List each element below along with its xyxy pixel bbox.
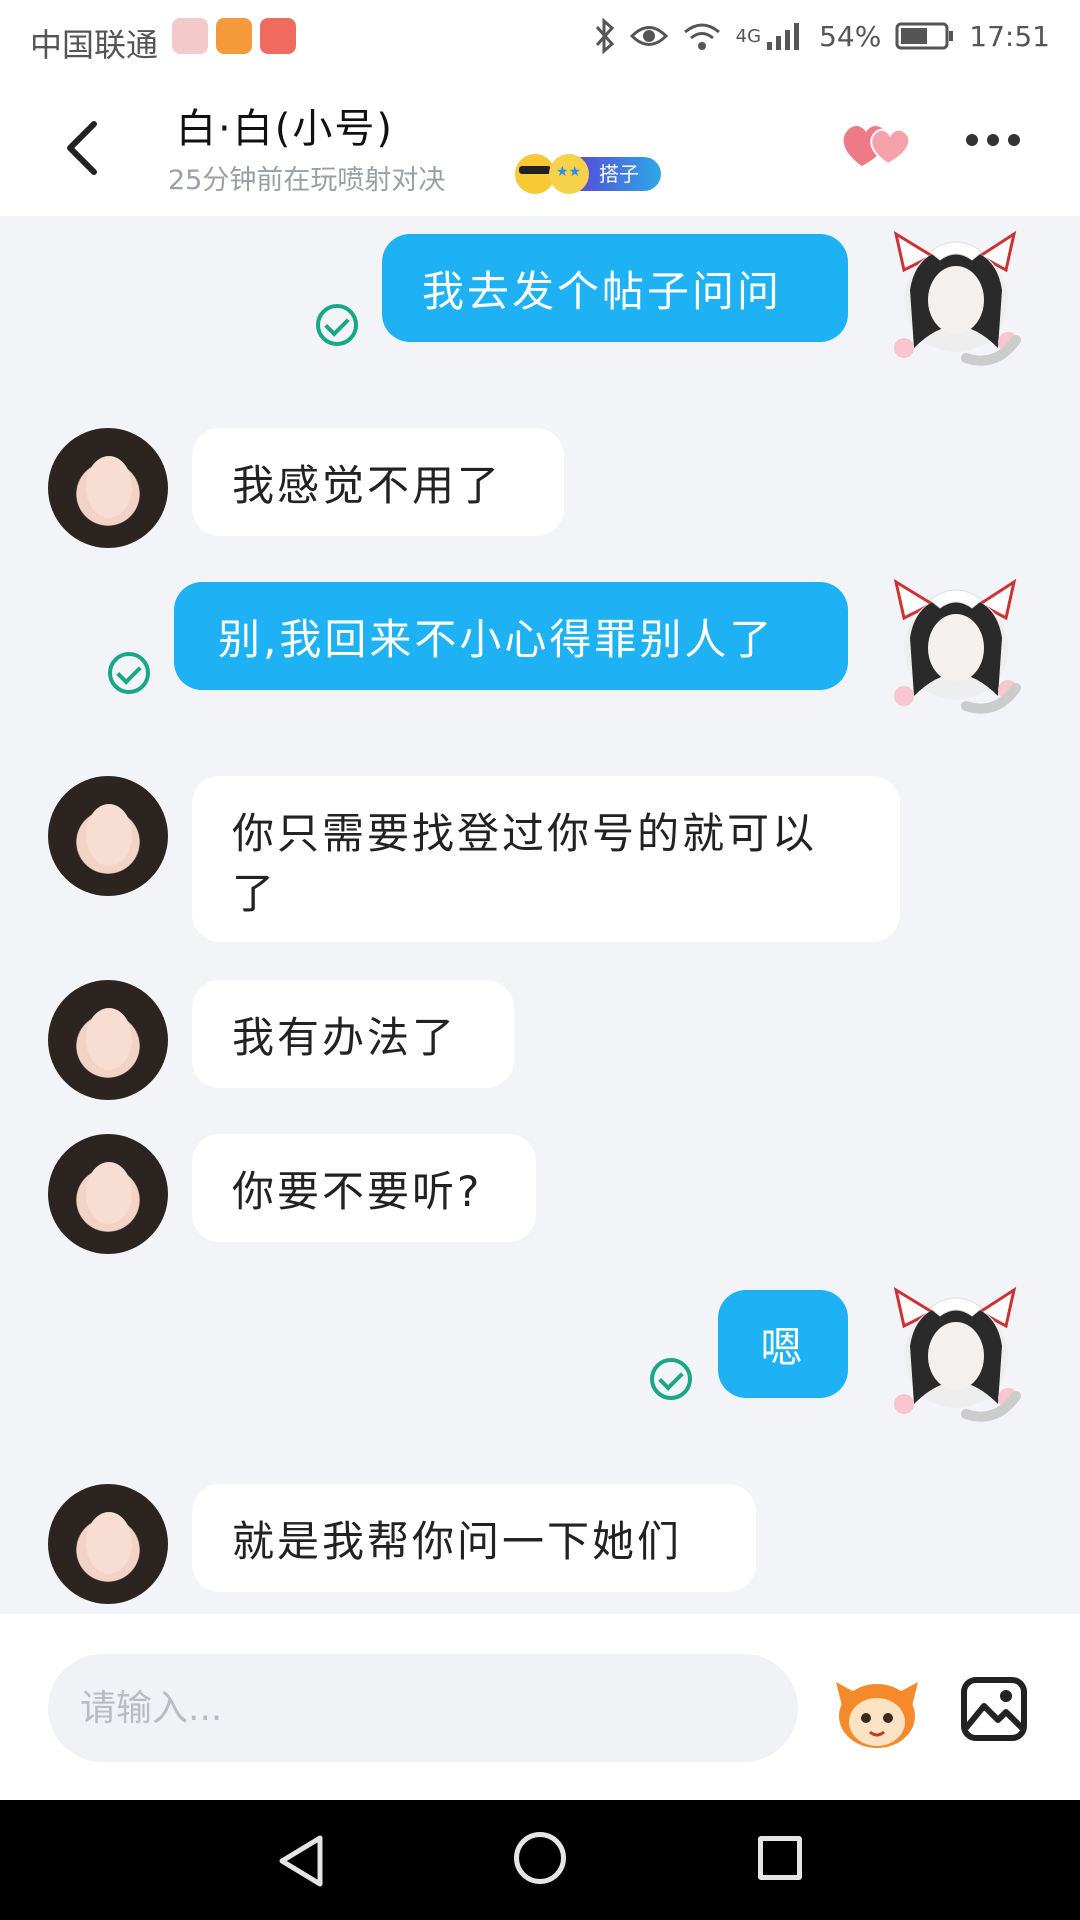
message-text: 就是我帮你问一下她们 (232, 1517, 683, 1566)
network-type: 4G (735, 25, 762, 47)
contact-name[interactable]: 白·白(小号) (176, 96, 394, 154)
read-check-icon (108, 652, 150, 694)
message-text: 你要不要听? (232, 1167, 483, 1216)
cat-ear-girl-avatar-icon (893, 230, 1021, 366)
read-check-icon (650, 1358, 692, 1400)
message-bubble-other[interactable]: 就是我帮你问一下她们 (192, 1484, 756, 1592)
self-avatar[interactable] (886, 578, 1026, 718)
app-notification-icon (172, 18, 208, 54)
eye-icon (629, 26, 668, 46)
contact-avatar[interactable] (48, 1134, 168, 1254)
nav-home-icon[interactable] (514, 1832, 566, 1884)
contact-avatar[interactable] (48, 776, 168, 896)
bluetooth-icon (595, 18, 614, 54)
wifi-icon (683, 23, 720, 50)
self-avatar[interactable] (886, 230, 1026, 370)
status-bar: 中国联通 4G 54% 17:51 (0, 0, 1080, 78)
sticker-mascot-icon[interactable] (834, 1672, 920, 1752)
star-eyes-emoji-icon: ★★ (549, 154, 589, 194)
message-text: 你只需要找登过你号的就可以了 (232, 809, 818, 918)
nav-back-icon[interactable] (276, 1834, 326, 1888)
battery-icon (895, 22, 954, 50)
message-list[interactable]: 我去发个帖子问问 我感觉不用了 别,我回来不小心得罪别人了 你只需要找登过你号的… (0, 216, 1080, 1614)
huawei-app-icon (260, 18, 296, 54)
message-text: 我感觉不用了 (232, 461, 503, 510)
read-check-icon (316, 304, 358, 346)
battery-percent: 54% (819, 19, 882, 53)
message-bubble-self[interactable]: 别,我回来不小心得罪别人了 (174, 582, 848, 690)
more-options-icon[interactable] (966, 134, 1020, 146)
signal-icon (767, 23, 800, 50)
message-input[interactable] (48, 1654, 798, 1762)
self-avatar[interactable] (886, 1286, 1026, 1426)
cat-ear-girl-avatar-icon (893, 1286, 1021, 1422)
clock: 17:51 (969, 19, 1050, 53)
message-bubble-other[interactable]: 你要不要听? (192, 1134, 536, 1242)
system-nav-bar (0, 1800, 1080, 1920)
message-bubble-self[interactable]: 我去发个帖子问问 (382, 234, 848, 342)
back-arrow-icon[interactable] (58, 118, 108, 178)
carrier-label: 中国联通 (30, 26, 159, 64)
message-bubble-other[interactable]: 你只需要找登过你号的就可以了 (192, 776, 900, 942)
contact-avatar[interactable] (48, 1484, 168, 1604)
nav-recents-icon[interactable] (758, 1836, 802, 1880)
input-bar (0, 1614, 1080, 1800)
message-bubble-other[interactable]: 我有办法了 (192, 980, 514, 1088)
message-text: 我去发个帖子问问 (422, 267, 783, 316)
cat-ear-girl-avatar-icon (893, 578, 1021, 714)
message-text: 嗯 (760, 1323, 806, 1372)
image-picker-icon[interactable] (960, 1676, 1028, 1742)
intimacy-hearts-icon[interactable] (840, 120, 914, 170)
message-text: 别,我回来不小心得罪别人了 (218, 615, 775, 664)
message-bubble-other[interactable]: 我感觉不用了 (192, 428, 564, 536)
chat-header: 白·白(小号) 25分钟前在玩喷射对决 ★★ 搭子 (0, 78, 1080, 216)
message-bubble-self[interactable]: 嗯 (718, 1290, 848, 1398)
message-text: 我有办法了 (232, 1013, 458, 1062)
video-app-icon (216, 18, 252, 54)
contact-avatar[interactable] (48, 428, 168, 548)
contact-avatar[interactable] (48, 980, 168, 1100)
partner-badge[interactable]: ★★ 搭子 (515, 154, 661, 194)
activity-status: 25分钟前在玩喷射对决 (168, 165, 446, 196)
